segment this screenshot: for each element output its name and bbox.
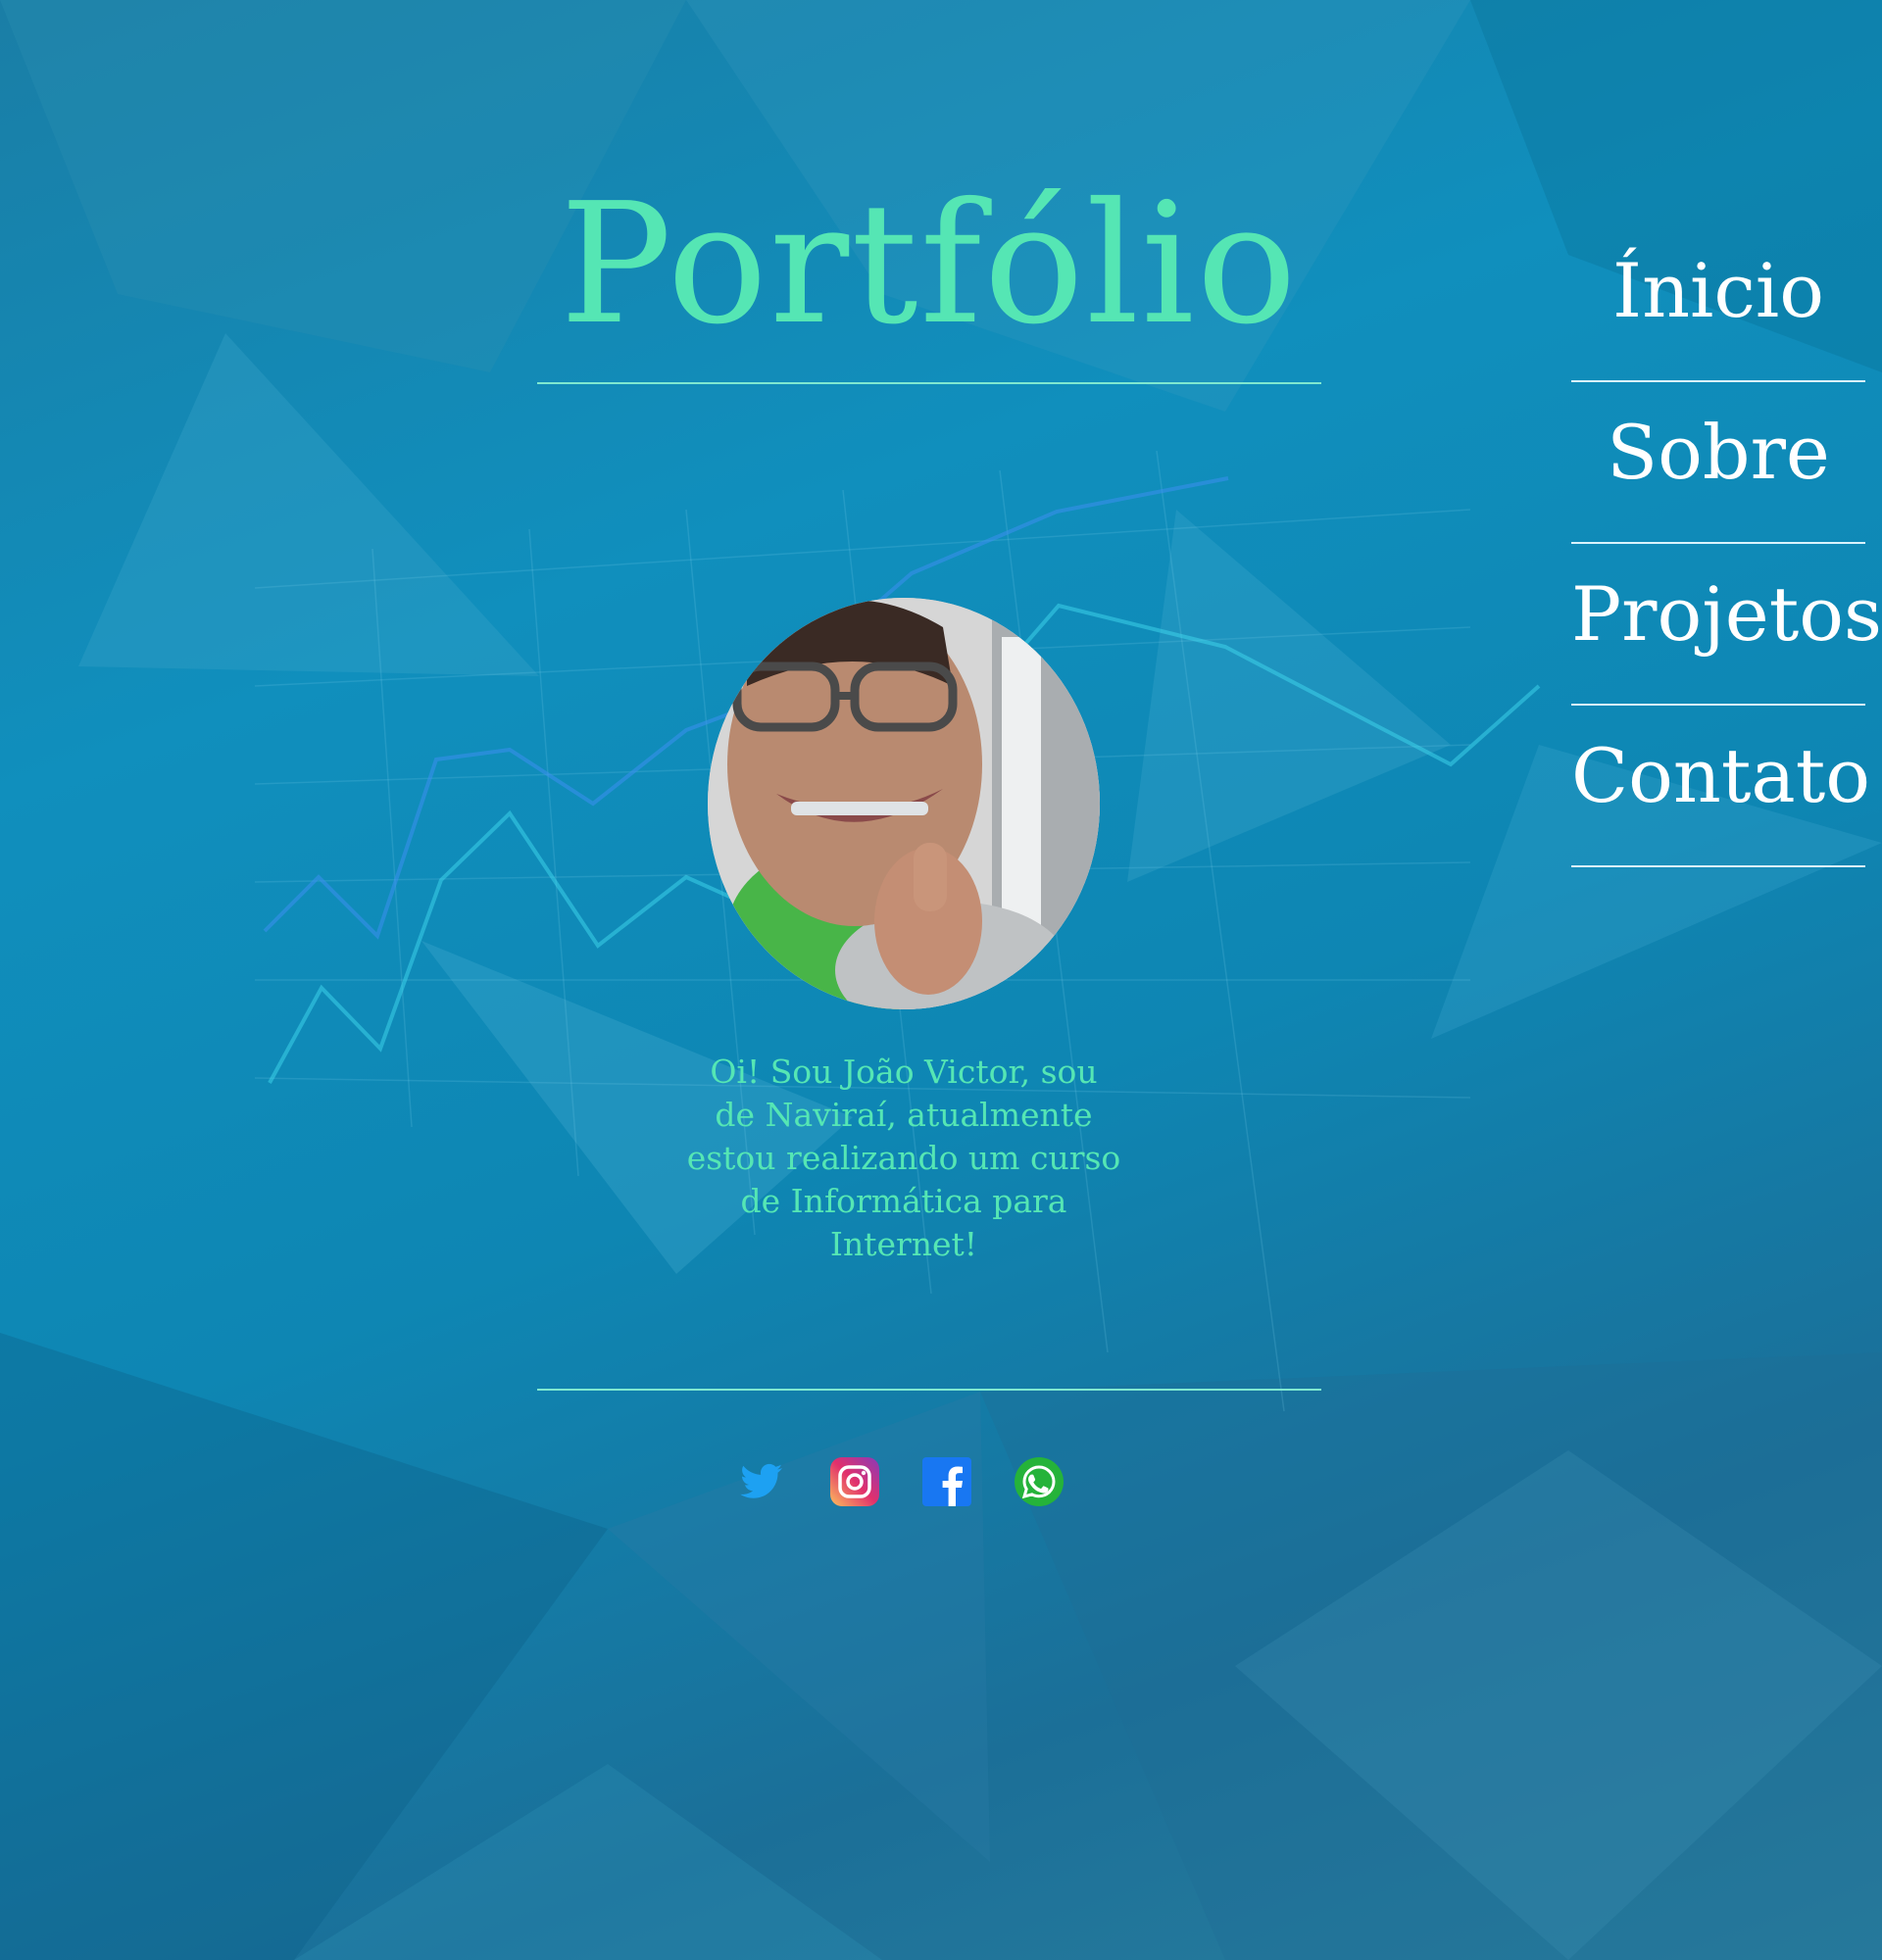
whatsapp-link[interactable] [1014,1456,1065,1507]
nav-item-contato[interactable]: Contato [1571,706,1871,867]
nav-item-label: Contato [1571,732,1871,819]
page-title: Portfólio [560,168,1299,362]
nav-item-label: Projetos [1571,570,1882,658]
facebook-link[interactable] [921,1456,972,1507]
footer-divider [537,1389,1321,1391]
bio-text: Oi! Sou João Victor, sou de Naviraí, atu… [686,1053,1121,1263]
nav-item-inicio[interactable]: Ínicio [1571,220,1865,382]
profile-avatar [708,598,1100,1009]
twitter-icon [740,1463,782,1498]
title-divider [537,382,1321,384]
twitter-link[interactable] [737,1456,788,1507]
profile-photo [708,598,1100,1009]
instagram-link[interactable] [829,1456,880,1507]
nav-item-label: Sobre [1607,409,1830,496]
facebook-icon [922,1457,971,1506]
whatsapp-icon [1015,1457,1064,1506]
nav-item-label: Ínicio [1612,247,1824,334]
nav-divider [1571,865,1865,867]
nav-item-sobre[interactable]: Sobre [1571,382,1865,544]
main-nav: Ínicio Sobre Projetos Contato [1571,220,1882,867]
nav-item-projetos[interactable]: Projetos [1571,544,1882,706]
instagram-icon [830,1457,879,1506]
